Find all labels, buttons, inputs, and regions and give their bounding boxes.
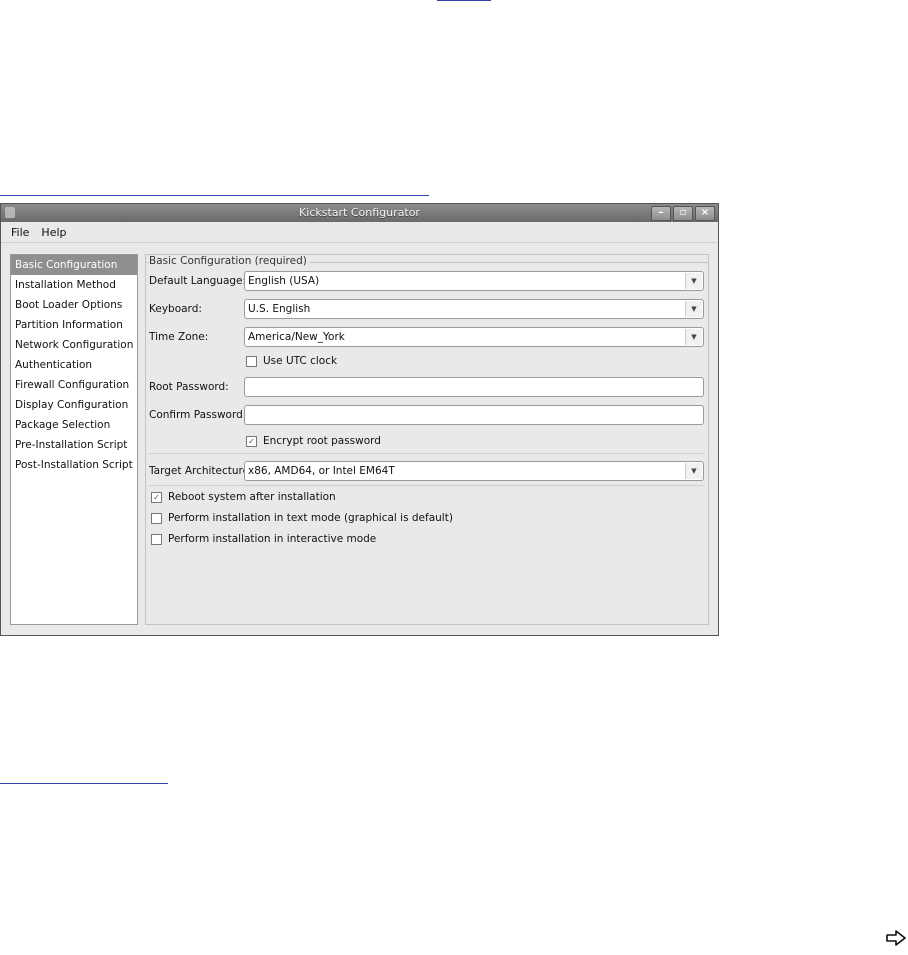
default-language-value: English (USA): [248, 275, 320, 287]
encrypt-root-password-checkbox[interactable]: ✓ Encrypt root password: [246, 435, 381, 447]
utc-clock-checkbox[interactable]: Use UTC clock: [246, 355, 337, 367]
reboot-checkbox[interactable]: ✓ Reboot system after installation: [151, 491, 336, 503]
default-language-select[interactable]: English (USA) ▼: [244, 271, 704, 291]
link-underline-figure[interactable]: [0, 195, 429, 196]
encrypt-root-password-label: Encrypt root password: [263, 435, 381, 447]
time-zone-select[interactable]: America/New_York ▼: [244, 327, 704, 347]
chevron-down-icon[interactable]: ▼: [685, 463, 702, 479]
title-bar[interactable]: Kickstart Configurator – ▫ ×: [1, 204, 718, 222]
section-list: Basic Configuration Installation Method …: [10, 254, 138, 625]
checkbox-unchecked-icon[interactable]: [151, 533, 162, 545]
keyboard-label: Keyboard:: [149, 303, 202, 315]
chevron-down-icon[interactable]: ▼: [685, 273, 702, 289]
separator: [149, 453, 705, 454]
checkmark-icon[interactable]: ✓: [151, 491, 162, 503]
reboot-label: Reboot system after installation: [168, 491, 336, 503]
right-arrow-icon[interactable]: [885, 930, 907, 946]
utc-clock-label: Use UTC clock: [263, 355, 338, 367]
link-underline-top[interactable]: [437, 0, 491, 1]
chevron-down-icon[interactable]: ▼: [685, 301, 702, 317]
root-password-label: Root Password:: [149, 381, 229, 393]
default-language-label: Default Language:: [149, 275, 247, 287]
interactive-mode-label: Perform installation in interactive mode: [168, 533, 377, 545]
sidebar-item-authentication[interactable]: Authentication: [11, 355, 137, 375]
menu-bar: File Help: [1, 222, 718, 243]
sidebar-item-basic-configuration[interactable]: Basic Configuration: [11, 255, 137, 275]
sidebar-item-network-configuration[interactable]: Network Configuration: [11, 335, 137, 355]
text-mode-checkbox[interactable]: Perform installation in text mode (graph…: [151, 512, 453, 524]
kickstart-window: Kickstart Configurator – ▫ × File Help B…: [0, 203, 719, 636]
sidebar-item-installation-method[interactable]: Installation Method: [11, 275, 137, 295]
sidebar-item-pre-installation-script[interactable]: Pre-Installation Script: [11, 435, 137, 455]
basic-configuration-panel: Basic Configuration (required) Default L…: [145, 254, 709, 625]
separator: [149, 485, 705, 486]
time-zone-value: America/New_York: [248, 331, 345, 343]
sidebar-item-display-configuration[interactable]: Display Configuration: [11, 395, 137, 415]
menu-help[interactable]: Help: [41, 226, 66, 239]
close-icon[interactable]: ×: [695, 206, 715, 221]
target-architecture-select[interactable]: x86, AMD64, or Intel EM64T ▼: [244, 461, 704, 481]
keyboard-value: U.S. English: [248, 303, 311, 315]
checkmark-icon[interactable]: ✓: [246, 435, 257, 447]
minimize-icon[interactable]: –: [651, 206, 671, 221]
checkbox-unchecked-icon[interactable]: [246, 355, 257, 367]
target-architecture-label: Target Architecture:: [149, 465, 253, 477]
sidebar-item-package-selection[interactable]: Package Selection: [11, 415, 137, 435]
link-underline-lower[interactable]: [0, 783, 168, 784]
text-mode-label: Perform installation in text mode (graph…: [168, 512, 453, 524]
target-architecture-value: x86, AMD64, or Intel EM64T: [248, 465, 395, 477]
group-title: Basic Configuration (required): [149, 255, 310, 267]
root-password-field[interactable]: [244, 377, 704, 397]
sidebar-item-partition-information[interactable]: Partition Information: [11, 315, 137, 335]
confirm-password-field[interactable]: [244, 405, 704, 425]
maximize-icon[interactable]: ▫: [673, 206, 693, 221]
checkbox-unchecked-icon[interactable]: [151, 512, 162, 524]
confirm-password-label: Confirm Password:: [149, 409, 247, 421]
sidebar-item-post-installation-script[interactable]: Post-Installation Script: [11, 455, 137, 475]
interactive-mode-checkbox[interactable]: Perform installation in interactive mode: [151, 533, 376, 545]
sidebar-item-firewall-configuration[interactable]: Firewall Configuration: [11, 375, 137, 395]
time-zone-label: Time Zone:: [149, 331, 209, 343]
keyboard-select[interactable]: U.S. English ▼: [244, 299, 704, 319]
menu-file[interactable]: File: [11, 226, 29, 239]
window-title: Kickstart Configurator: [299, 206, 420, 219]
chevron-down-icon[interactable]: ▼: [685, 329, 702, 345]
sidebar-item-boot-loader-options[interactable]: Boot Loader Options: [11, 295, 137, 315]
